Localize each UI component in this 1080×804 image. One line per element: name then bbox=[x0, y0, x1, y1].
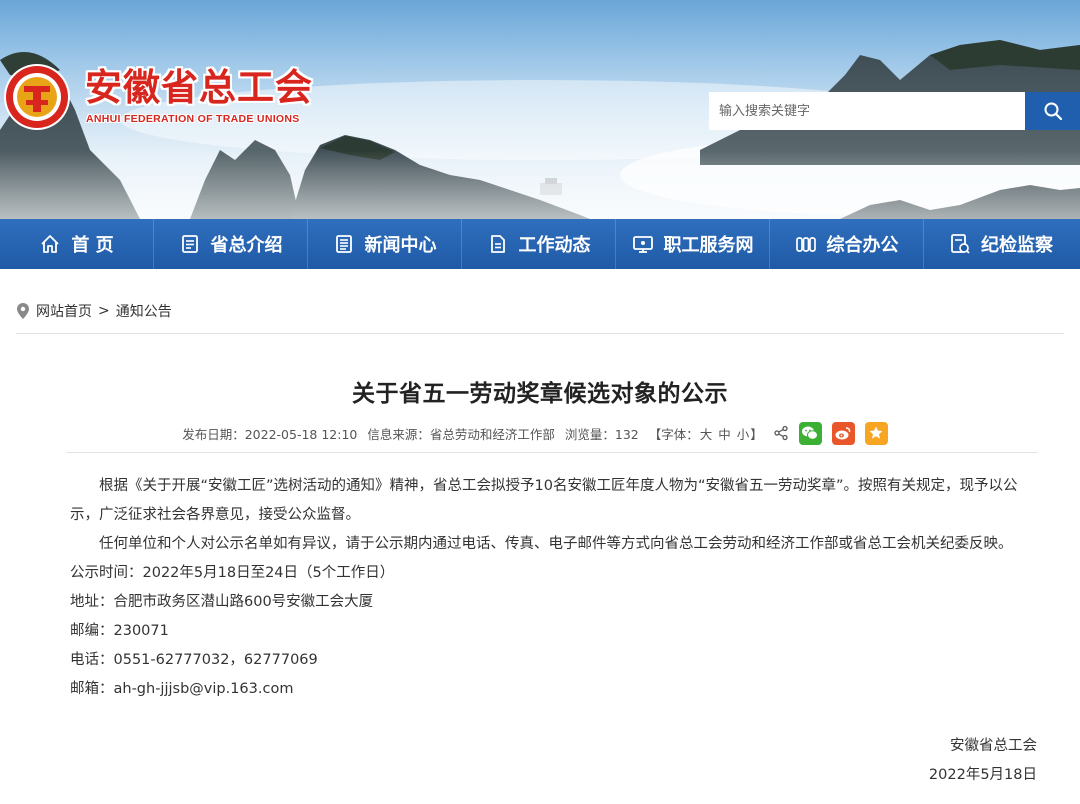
nav-item-news[interactable]: 新闻中心 bbox=[308, 219, 462, 269]
paragraph: 任何单位和个人对公示名单如有异议，请于公示期内通过电话、传真、电子邮件等方式向省… bbox=[99, 536, 1013, 552]
font-size-medium[interactable]: 中 bbox=[718, 427, 731, 442]
contact-address: 地址：合肥市政务区潜山路600号安徽工会大厦 bbox=[70, 594, 374, 610]
nav-label: 新闻中心 bbox=[364, 235, 437, 256]
notice-period: 公示时间：2022年5月18日至24日（5个工作日） bbox=[70, 565, 395, 581]
breadcrumb-home-link[interactable]: 网站首页 bbox=[36, 301, 92, 321]
inspection-icon bbox=[949, 233, 971, 255]
weibo-share-icon[interactable] bbox=[831, 421, 855, 445]
nav-item-discipline[interactable]: 纪检监察 bbox=[924, 219, 1078, 269]
signature-org: 安徽省总工会 bbox=[950, 738, 1037, 754]
main-navigation: 首 页 省总介绍 新闻中心 工作动态 职工服务网 综合办公 纪检监察 bbox=[0, 219, 1080, 269]
article-meta: 发布日期：2022-05-18 12:10 信息来源：省总劳动和经济工作部 浏览… bbox=[0, 421, 1080, 445]
signature-date: 2022年5月18日 bbox=[928, 767, 1037, 783]
home-icon bbox=[39, 233, 61, 255]
file-icon bbox=[487, 233, 509, 255]
nav-label: 省总介绍 bbox=[210, 235, 283, 256]
nav-item-office[interactable]: 综合办公 bbox=[770, 219, 924, 269]
contact-postcode: 邮编：230071 bbox=[70, 623, 169, 639]
trade-union-emblem-icon bbox=[4, 64, 70, 130]
contact-phone: 电话：0551-62777032，62777069 bbox=[70, 652, 318, 668]
divider bbox=[16, 333, 1064, 334]
nav-item-about[interactable]: 省总介绍 bbox=[154, 219, 308, 269]
search-icon bbox=[1044, 102, 1062, 121]
info-source: 信息来源：省总劳动和经济工作部 bbox=[367, 426, 555, 442]
breadcrumb-separator: > bbox=[98, 303, 110, 319]
font-size-small[interactable]: 小 bbox=[737, 427, 750, 442]
article-title: 关于省五一劳动奖章候选对象的公示 bbox=[352, 381, 728, 407]
search-input[interactable] bbox=[709, 92, 1025, 130]
contact-email: 邮箱：ah-gh-jjjsb@vip.163.com bbox=[70, 681, 294, 697]
breadcrumb: 网站首页 > 通知公告 bbox=[16, 300, 172, 322]
font-size-switcher: 【字体：大 中 小】 bbox=[649, 424, 763, 443]
font-size-label: 【字体： bbox=[648, 426, 699, 442]
org-name-cn: 安徽省总工会 bbox=[85, 66, 313, 109]
nav-item-home[interactable]: 首 页 bbox=[0, 219, 154, 269]
nav-item-worker-service[interactable]: 职工服务网 bbox=[616, 219, 770, 269]
wechat-share-icon[interactable] bbox=[798, 421, 822, 445]
share-icon[interactable] bbox=[773, 425, 789, 441]
favorite-star-icon[interactable] bbox=[864, 421, 888, 445]
font-size-large[interactable]: 大 bbox=[700, 427, 713, 442]
org-name-en: ANHUI FEDERATION OF TRADE UNIONS bbox=[86, 113, 300, 125]
nav-label: 纪检监察 bbox=[981, 235, 1053, 256]
divider bbox=[66, 452, 1038, 453]
nav-label: 综合办公 bbox=[826, 235, 899, 256]
publish-date: 发布日期：2022-05-18 12:10 bbox=[182, 426, 358, 442]
view-count: 浏览量：132 bbox=[564, 426, 639, 442]
nav-label: 职工服务网 bbox=[663, 235, 754, 256]
columns-icon bbox=[795, 233, 817, 255]
breadcrumb-current-link[interactable]: 通知公告 bbox=[116, 301, 172, 321]
news-icon bbox=[333, 233, 355, 255]
monitor-icon bbox=[632, 233, 654, 255]
paragraph: 根据《关于开展“安徽工匠”选树活动的通知》精神，省总工会拟授予10名安徽工匠年度… bbox=[70, 478, 1018, 523]
site-logo[interactable]: 安徽省总工会 ANHUI FEDERATION OF TRADE UNIONS bbox=[2, 62, 332, 132]
search-button[interactable] bbox=[1025, 92, 1080, 130]
location-pin-icon bbox=[17, 303, 29, 319]
nav-item-work-updates[interactable]: 工作动态 bbox=[462, 219, 616, 269]
nav-label: 首 页 bbox=[71, 235, 114, 256]
header-banner: 安徽省总工会 ANHUI FEDERATION OF TRADE UNIONS bbox=[0, 0, 1080, 219]
article-body: 根据《关于开展“安徽工匠”选树活动的通知》精神，省总工会拟授予10名安徽工匠年度… bbox=[70, 472, 1040, 704]
document-list-icon bbox=[179, 233, 201, 255]
nav-label: 工作动态 bbox=[518, 235, 591, 256]
font-size-close: 】 bbox=[750, 426, 763, 442]
